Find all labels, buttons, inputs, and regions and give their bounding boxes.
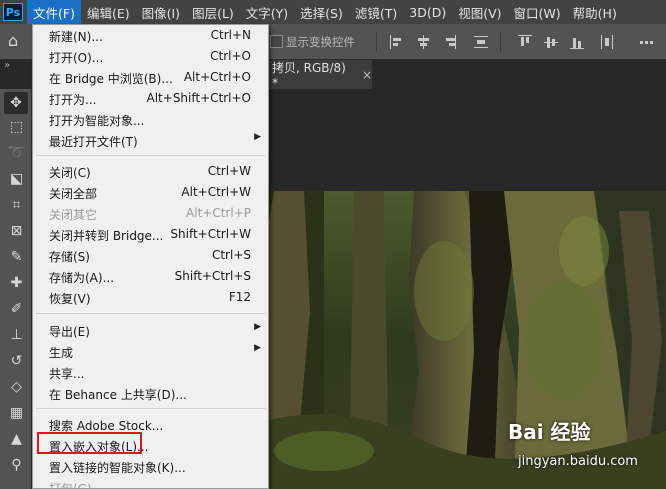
panel-collapse-icon[interactable]: »	[4, 60, 10, 71]
marquee-tool-icon[interactable]: ⬚	[8, 119, 25, 136]
lasso-tool-icon[interactable]: ➰	[8, 145, 25, 162]
menu-layer[interactable]: 图层(L)	[186, 0, 240, 24]
document-tab[interactable]: 拷贝, RGB/8) * ×	[262, 60, 372, 90]
menu-item-generate[interactable]: 生成 ▶	[33, 341, 268, 362]
menu-image[interactable]: 图像(I)	[136, 0, 186, 24]
history-brush-tool-icon[interactable]: ↺	[8, 353, 25, 370]
file-menu-dropdown: 新建(N)... Ctrl+N 打开(O)... Ctrl+O 在 Bridge…	[32, 24, 269, 489]
menu-file[interactable]: 文件(F)	[27, 0, 81, 24]
brush-tool-icon[interactable]: ✐	[8, 301, 25, 318]
menu-item-open-as[interactable]: 打开为... Alt+Shift+Ctrl+O	[33, 88, 268, 109]
tools-panel: ✥ ⬚ ➰ ⬕ ⌗ ⊠ ✎ ✚ ✐ ⊥ ↺ ◇ ▦ ▲ ⚲	[0, 89, 32, 489]
menu-item-recent-files[interactable]: 最近打开文件(T) ▶	[33, 130, 268, 151]
menu-separator	[36, 155, 265, 156]
menu-item-place-linked[interactable]: 置入链接的智能对象(K)...	[33, 456, 268, 477]
submenu-arrow-icon: ▶	[254, 132, 261, 142]
blur-tool-icon[interactable]: ▲	[8, 431, 25, 448]
dodge-tool-icon[interactable]: ⚲	[8, 457, 25, 474]
menu-edit[interactable]: 编辑(E)	[81, 0, 136, 24]
align-horizontal-centers-icon[interactable]	[416, 35, 430, 49]
submenu-arrow-icon: ▶	[254, 322, 261, 332]
menu-item-close-and-go-to-bridge[interactable]: 关闭并转到 Bridge... Shift+Ctrl+W	[33, 224, 268, 245]
object-selection-tool-icon[interactable]: ⬕	[8, 171, 25, 188]
menu-item-open-as-smart-object[interactable]: 打开为智能对象...	[33, 109, 268, 130]
menu-item-save-as[interactable]: 存储为(A)... Shift+Ctrl+S	[33, 266, 268, 287]
menu-item-new[interactable]: 新建(N)... Ctrl+N	[33, 25, 268, 46]
menu-3d[interactable]: 3D(D)	[403, 0, 452, 24]
baidu-watermark-logo: Bai 经验	[508, 420, 591, 444]
close-tab-icon[interactable]: ×	[362, 68, 372, 82]
menu-item-revert[interactable]: 恢复(V) F12	[33, 287, 268, 308]
gradient-tool-icon[interactable]: ▦	[8, 405, 25, 422]
clone-stamp-tool-icon[interactable]: ⊥	[8, 327, 25, 344]
menu-item-close-others: 关闭其它 Alt+Ctrl+P	[49, 206, 251, 222]
menu-separator	[36, 313, 265, 314]
align-right-edges-icon[interactable]	[442, 35, 456, 49]
move-tool-icon[interactable]: ✥	[4, 92, 28, 114]
menu-type[interactable]: 文字(Y)	[240, 0, 294, 24]
menu-item-save[interactable]: 存储(S) Ctrl+S	[33, 245, 268, 266]
options-separator	[376, 32, 377, 52]
menu-view[interactable]: 视图(V)	[452, 0, 507, 24]
menu-item-package: 打包(G)...	[49, 482, 104, 489]
menu-bar: Ps 文件(F) 编辑(E) 图像(I) 图层(L) 文字(Y) 选择(S) 滤…	[0, 0, 666, 24]
distribute-vertical-icon[interactable]	[474, 35, 488, 49]
highlight-annotation-box	[37, 432, 142, 454]
align-bottom-edges-icon[interactable]	[570, 35, 584, 49]
forest-photo	[264, 191, 666, 489]
eyedropper-tool-icon[interactable]: ✎	[8, 249, 25, 266]
align-vertical-centers-icon[interactable]	[544, 35, 558, 49]
baidu-watermark-url: jingyan.baidu.com	[518, 454, 638, 469]
submenu-arrow-icon: ▶	[254, 343, 261, 353]
align-top-edges-icon[interactable]	[518, 35, 532, 49]
options-separator	[500, 32, 501, 52]
menu-help[interactable]: 帮助(H)	[567, 0, 623, 24]
menu-item-close-all[interactable]: 关闭全部 Alt+Ctrl+W	[33, 182, 268, 203]
document-tab-label: 拷贝, RGB/8) *	[272, 61, 346, 90]
more-options-icon[interactable]	[640, 35, 654, 49]
menu-item-close[interactable]: 关闭(C) Ctrl+W	[33, 161, 268, 182]
distribute-horizontal-icon[interactable]	[600, 35, 614, 49]
menu-item-open[interactable]: 打开(O)... Ctrl+O	[33, 46, 268, 67]
healing-brush-tool-icon[interactable]: ✚	[8, 275, 25, 292]
show-transform-controls-label: 显示变换控件	[286, 35, 355, 49]
align-left-edges-icon[interactable]	[390, 35, 404, 49]
menu-item-browse-in-bridge[interactable]: 在 Bridge 中浏览(B)... Alt+Ctrl+O	[33, 67, 268, 88]
menu-item-share[interactable]: 共享...	[33, 362, 268, 383]
menu-select[interactable]: 选择(S)	[294, 0, 349, 24]
menu-filter[interactable]: 滤镜(T)	[349, 0, 403, 24]
eraser-tool-icon[interactable]: ◇	[8, 379, 25, 396]
menu-item-export[interactable]: 导出(E) ▶	[33, 320, 268, 341]
crop-tool-icon[interactable]: ⌗	[8, 197, 25, 214]
frame-tool-icon[interactable]: ⊠	[8, 223, 25, 240]
menu-separator	[36, 408, 265, 409]
show-transform-controls-checkbox[interactable]	[270, 35, 283, 48]
home-icon[interactable]: ⌂	[8, 32, 26, 50]
menu-item-share-on-behance[interactable]: 在 Behance 上共享(D)...	[33, 383, 268, 404]
photoshop-logo-icon[interactable]: Ps	[3, 3, 23, 21]
forest-photo-image	[264, 191, 666, 489]
menu-window[interactable]: 窗口(W)	[508, 0, 567, 24]
